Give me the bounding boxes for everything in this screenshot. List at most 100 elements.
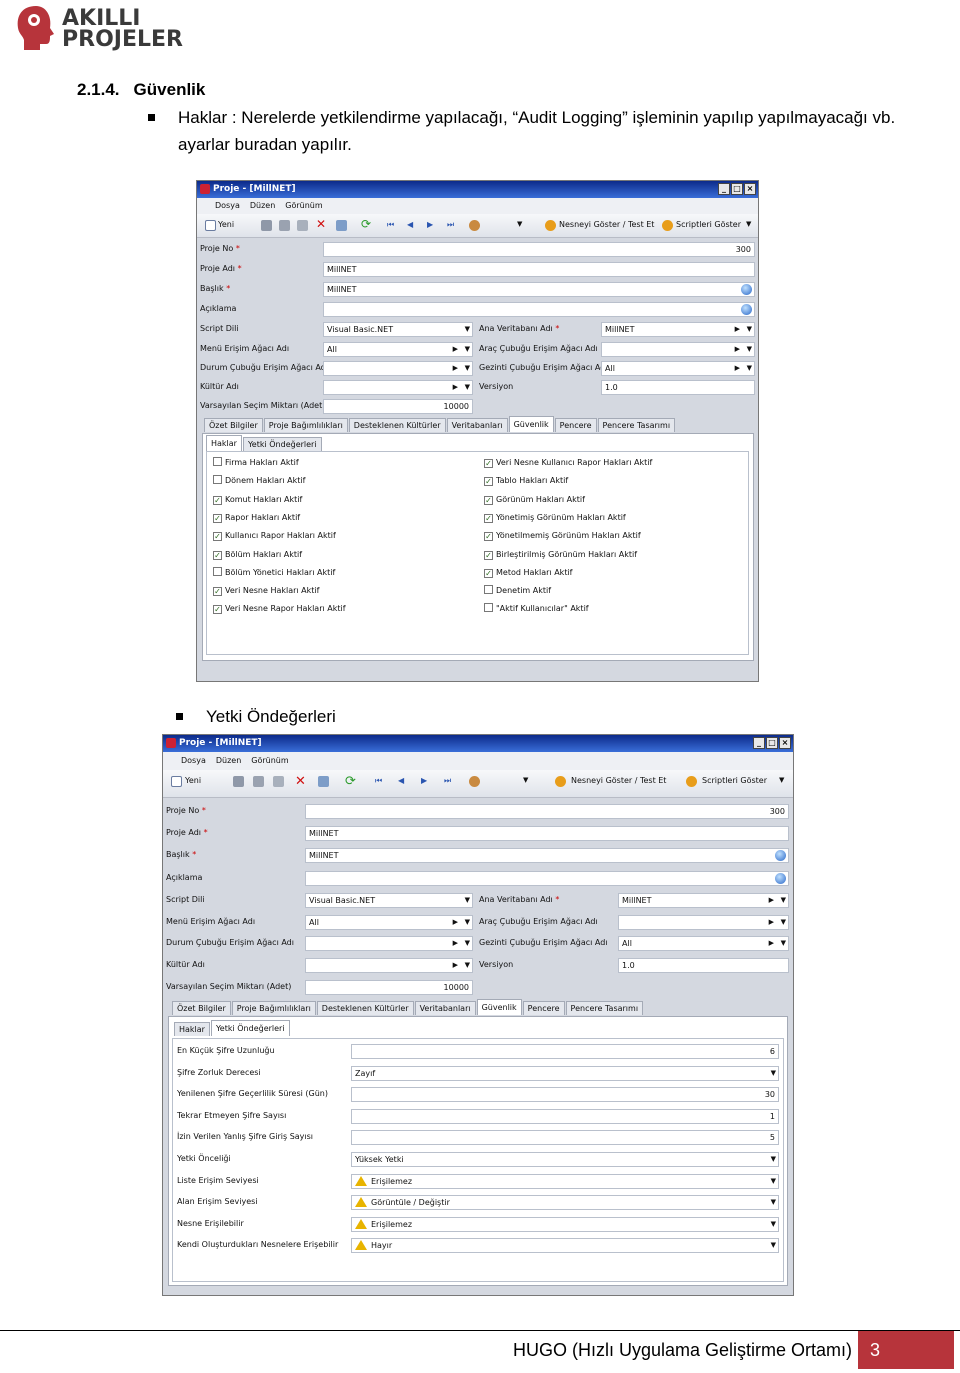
right-checkbox[interactable]: Bölüm Yönetici Hakları Aktif — [213, 566, 335, 578]
tab-window-design[interactable]: Pencere Tasarımı — [565, 1001, 644, 1015]
version-input[interactable]: 1.0 — [601, 380, 755, 395]
save-icon[interactable] — [261, 220, 272, 231]
subtab-defaults[interactable]: Yetki Öndeğerleri — [210, 1020, 290, 1036]
minimize-button[interactable]: _ — [718, 183, 730, 195]
dropdown-arrow-icon[interactable]: ▼ — [771, 1153, 776, 1166]
show-scripts-icon[interactable] — [686, 776, 697, 787]
version-input[interactable]: 1.0 — [618, 958, 789, 973]
checked-box-icon[interactable]: ✓ — [484, 568, 493, 578]
unchecked-box-icon[interactable] — [213, 566, 222, 576]
project-no-input[interactable]: 300 — [323, 242, 755, 257]
dropdown-arrow-icon[interactable]: ▼ — [771, 1175, 776, 1188]
menu-dosya[interactable]: Dosya — [215, 198, 240, 214]
globe-icon[interactable] — [775, 873, 786, 884]
default-number-input[interactable]: 6 — [351, 1044, 779, 1059]
checked-box-icon[interactable]: ✓ — [484, 550, 493, 560]
globe-icon[interactable] — [775, 850, 786, 861]
script-lang-select[interactable]: Visual Basic.NET ▼ — [305, 893, 473, 908]
subtab-rights[interactable]: Haklar — [174, 1022, 210, 1036]
globe-icon[interactable] — [741, 284, 752, 295]
toolbar-tree-select[interactable]: ▶ ▼ — [618, 915, 789, 930]
save-all-icon[interactable] — [253, 776, 264, 787]
right-checkbox[interactable]: Firma Hakları Aktif — [213, 457, 299, 468]
show-object-button[interactable]: Nesneyi Göster / Test Et — [559, 220, 654, 229]
refresh-icon[interactable]: ⟳ — [345, 774, 356, 789]
new-doc-icon[interactable] — [171, 776, 182, 787]
unchecked-box-icon[interactable] — [484, 585, 493, 595]
first-icon[interactable]: ⏮ — [375, 776, 382, 786]
main-db-select[interactable]: MillNET ▶ ▼ — [618, 893, 789, 908]
toolbar-dropdown-icon[interactable]: ▼ — [517, 220, 522, 228]
checked-box-icon[interactable]: ✓ — [484, 532, 493, 542]
tab-summary[interactable]: Özet Bilgiler — [204, 418, 263, 432]
paste-icon[interactable] — [336, 220, 347, 231]
default-select[interactable]: Görüntüle / Değiştir ▼ — [351, 1195, 779, 1211]
right-checkbox[interactable]: ✓ Görünüm Hakları Aktif — [484, 494, 585, 505]
culture-select[interactable]: ▶ ▼ — [305, 958, 473, 973]
default-number-input[interactable]: 5 — [351, 1130, 779, 1146]
checked-box-icon[interactable]: ✓ — [213, 587, 222, 597]
show-object-button[interactable]: Nesneyi Göster / Test Et — [571, 776, 666, 785]
tab-window-design[interactable]: Pencere Tasarımı — [597, 418, 676, 432]
checked-box-icon[interactable]: ✓ — [484, 495, 493, 505]
save-icon[interactable] — [233, 776, 244, 787]
prev-icon[interactable]: ◀ — [407, 220, 413, 229]
checked-box-icon[interactable]: ✓ — [213, 550, 222, 560]
default-select[interactable]: Yüksek Yetki ▼ — [351, 1152, 779, 1167]
right-checkbox[interactable]: ✓ Metod Hakları Aktif — [484, 567, 573, 578]
checked-box-icon[interactable]: ✓ — [484, 513, 493, 523]
menu-tree-select[interactable]: All ▶ ▼ — [323, 342, 473, 357]
tab-databases[interactable]: Veritabanları — [446, 418, 508, 432]
tab-security[interactable]: Güvenlik — [476, 999, 522, 1015]
right-checkbox[interactable]: ✓ Yönetilmemiş Görünüm Hakları Aktif — [484, 530, 641, 542]
maximize-button[interactable]: □ — [766, 737, 778, 749]
checked-box-icon[interactable]: ✓ — [213, 605, 222, 615]
tab-window[interactable]: Pencere — [522, 1001, 565, 1015]
subtab-rights[interactable]: Haklar — [206, 435, 242, 451]
default-select-input[interactable]: 10000 — [323, 399, 473, 414]
delete-icon[interactable]: ✕ — [295, 774, 306, 789]
default-number-input[interactable]: 1 — [351, 1108, 779, 1124]
right-checkbox[interactable]: ✓ Veri Nesne Rapor Hakları Aktif — [213, 603, 346, 615]
tab-cultures[interactable]: Desteklenen Kültürler — [316, 1001, 414, 1015]
show-scripts-icon[interactable] — [662, 220, 673, 231]
unchecked-box-icon[interactable] — [213, 457, 222, 466]
nav-tree-select[interactable]: All ▶ ▼ — [618, 936, 789, 951]
right-checkbox[interactable]: ✓ Veri Nesne Kullanıcı Rapor Hakları Akti… — [484, 457, 652, 468]
right-checkbox[interactable]: ✓ Yönetimiş Görünüm Hakları Aktif — [484, 512, 626, 523]
unchecked-box-icon[interactable] — [484, 603, 493, 613]
script-lang-select[interactable]: Visual Basic.NET ▼ — [323, 322, 473, 337]
maximize-button[interactable]: □ — [731, 183, 743, 195]
heading-input[interactable]: MillNET — [305, 848, 789, 863]
new-button[interactable]: Yeni — [218, 220, 234, 229]
users-icon[interactable] — [469, 776, 480, 787]
paste-icon[interactable] — [318, 776, 329, 787]
right-checkbox[interactable]: Dönem Hakları Aktif — [213, 475, 305, 486]
menu-duzen[interactable]: Düzen — [250, 198, 275, 214]
project-name-input[interactable]: MillNET — [323, 262, 755, 277]
users-icon[interactable] — [469, 220, 480, 231]
checked-box-icon[interactable]: ✓ — [484, 477, 493, 487]
copy-icon[interactable] — [297, 220, 308, 231]
minimize-button[interactable]: _ — [753, 737, 765, 749]
unchecked-box-icon[interactable] — [213, 475, 222, 485]
checked-box-icon[interactable]: ✓ — [213, 495, 222, 505]
copy-icon[interactable] — [273, 776, 284, 787]
checked-box-icon[interactable]: ✓ — [213, 532, 222, 542]
new-doc-icon[interactable] — [205, 220, 216, 231]
menu-dosya[interactable]: Dosya — [181, 752, 206, 770]
tab-window[interactable]: Pencere — [554, 418, 597, 432]
show-object-icon[interactable] — [555, 776, 566, 787]
save-all-icon[interactable] — [279, 220, 290, 231]
main-db-select[interactable]: MillNET ▶ ▼ — [601, 322, 755, 337]
toolbar-more-icon[interactable]: ▼ — [779, 776, 784, 784]
menu-gorunum[interactable]: Görünüm — [251, 752, 288, 770]
right-checkbox[interactable]: ✓ Tablo Hakları Aktif — [484, 475, 568, 487]
right-checkbox[interactable]: Denetim Aktif — [484, 585, 551, 596]
last-icon[interactable]: ⏭ — [447, 220, 454, 230]
default-select-input[interactable]: 10000 — [305, 980, 473, 995]
tab-cultures[interactable]: Desteklenen Kültürler — [348, 418, 446, 432]
show-scripts-button[interactable]: Scriptleri Göster — [702, 776, 767, 785]
right-checkbox[interactable]: ✓ Bölüm Hakları Aktif — [213, 549, 302, 560]
right-checkbox[interactable]: ✓ Birleştirilmiş Görünüm Hakları Aktif — [484, 549, 637, 560]
